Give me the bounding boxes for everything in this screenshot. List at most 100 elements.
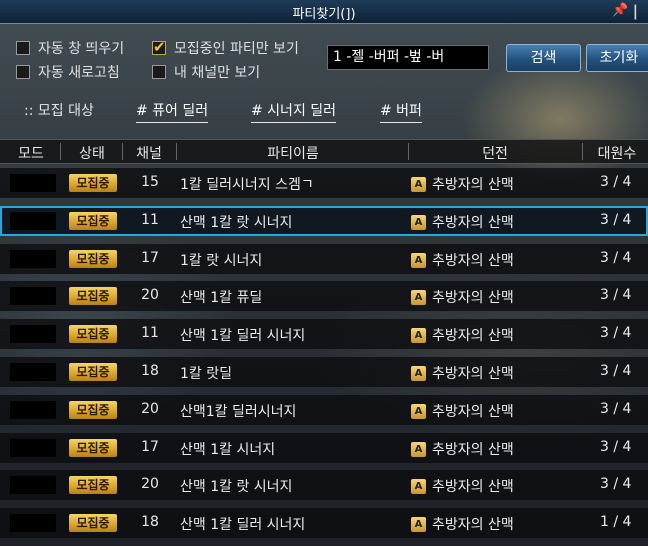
party-name-cell: 산맥1칼 딜러시너지 bbox=[180, 404, 297, 420]
mode-cell bbox=[10, 363, 56, 381]
dungeon-cell: A 추방자의 산맥 bbox=[411, 174, 514, 194]
column-divider bbox=[582, 143, 583, 160]
dungeon-a-icon: A bbox=[411, 403, 426, 419]
party-name-cell: 산맥 1칼 딜러 시너지 bbox=[180, 328, 306, 344]
status-badge: 모집중 bbox=[69, 174, 117, 192]
status-badge: 모집중 bbox=[69, 287, 117, 305]
dungeon-a-icon: A bbox=[411, 478, 426, 494]
close-icon[interactable]: ǀ bbox=[633, 1, 638, 20]
search-button[interactable]: 검색 bbox=[506, 44, 581, 72]
members-cell: 3 / 4 bbox=[600, 174, 632, 190]
channel-cell: 18 bbox=[141, 363, 159, 379]
channel-cell: 20 bbox=[141, 476, 159, 492]
my-channel-only-checkbox[interactable] bbox=[152, 65, 166, 79]
channel-cell: 17 bbox=[141, 250, 159, 266]
mode-cell bbox=[10, 514, 56, 532]
status-badge: 모집중 bbox=[69, 401, 117, 419]
status-badge: 모집중 bbox=[69, 476, 117, 494]
recruit-target-label: :: 모집 대상 bbox=[24, 103, 94, 119]
dungeon-cell: A 추방자의 산맥 bbox=[411, 439, 514, 459]
tag-synergy-dealer[interactable]: # 시너지 딜러 bbox=[251, 100, 337, 123]
dungeon-cell: A 추방자의 산맥 bbox=[411, 250, 514, 270]
my-channel-only-option[interactable]: 내 채널만 보기 bbox=[152, 62, 260, 82]
recruiting-only-checkbox[interactable] bbox=[152, 38, 166, 56]
party-name-cell: 1칼 딜러시너지 스겜ㄱ bbox=[180, 177, 314, 193]
status-badge: 모집중 bbox=[69, 250, 117, 268]
table-row[interactable]: 모집중 17 1칼 랏 시너지 A 추방자의 산맥 3 / 4 bbox=[0, 244, 648, 274]
dungeon-name: 추방자의 산맥 bbox=[432, 404, 514, 420]
dungeon-a-icon: A bbox=[411, 252, 426, 268]
party-name-cell: 1칼 랏 시너지 bbox=[180, 253, 263, 269]
members-cell: 3 / 4 bbox=[600, 250, 632, 266]
table-row[interactable]: 모집중 17 산맥 1칼 시너지 A 추방자의 산맥 3 / 4 bbox=[0, 433, 648, 463]
channel-cell: 20 bbox=[141, 401, 159, 417]
members-cell: 3 / 4 bbox=[600, 287, 632, 303]
table-row[interactable]: 모집중 11 산맥 1칼 딜러 시너지 A 추방자의 산맥 3 / 4 bbox=[0, 319, 648, 349]
channel-cell: 15 bbox=[141, 174, 159, 190]
table-row[interactable]: 모집중 18 산맥 1칼 딜러 시너지 A 추방자의 산맥 1 / 4 bbox=[0, 508, 648, 538]
party-name-cell: 산맥 1칼 랏 시너지 bbox=[180, 215, 293, 231]
recruiting-only-option[interactable]: 모집중인 파티만 보기 bbox=[152, 38, 299, 58]
search-input[interactable]: 1 -젤 -버퍼 -벞 -버 bbox=[327, 45, 489, 70]
members-cell: 3 / 4 bbox=[600, 363, 632, 379]
members-cell: 1 / 4 bbox=[600, 514, 632, 530]
members-cell: 3 / 4 bbox=[600, 476, 632, 492]
column-mode[interactable]: 모드 bbox=[6, 143, 56, 163]
mode-cell bbox=[10, 212, 56, 230]
table-row[interactable]: 모집중 11 산맥 1칼 랏 시너지 A 추방자의 산맥 3 / 4 bbox=[0, 206, 648, 236]
mode-cell bbox=[10, 250, 56, 268]
members-cell: 3 / 4 bbox=[600, 212, 632, 228]
dungeon-cell: A 추방자의 산맥 bbox=[411, 212, 514, 232]
auto-popup-label: 자동 창 띄우기 bbox=[38, 41, 125, 57]
table-row[interactable]: 모집중 18 1칼 랏딜 A 추방자의 산맥 3 / 4 bbox=[0, 357, 648, 387]
dungeon-name: 추방자의 산맥 bbox=[432, 328, 514, 344]
dungeon-a-icon: A bbox=[411, 516, 426, 532]
auto-popup-checkbox[interactable] bbox=[16, 41, 30, 55]
table-header: 모드 상태 채널 파티이름 던전 대원수 bbox=[0, 139, 648, 164]
channel-cell: 11 bbox=[141, 212, 159, 228]
dungeon-cell: A 추방자의 산맥 bbox=[411, 514, 514, 534]
dungeon-a-icon: A bbox=[411, 327, 426, 343]
mode-cell bbox=[10, 287, 56, 305]
table-row[interactable]: 모집중 20 산맥 1칼 랏 시너지 A 추방자의 산맥 3 / 4 bbox=[0, 470, 648, 500]
tag-buffer[interactable]: # 버퍼 bbox=[380, 100, 422, 123]
party-name-cell: 산맥 1칼 랏 시너지 bbox=[180, 479, 293, 495]
party-name-cell: 산맥 1칼 시너지 bbox=[180, 442, 276, 458]
column-channel[interactable]: 채널 bbox=[124, 143, 174, 163]
column-dungeon[interactable]: 던전 bbox=[410, 143, 580, 163]
table-row[interactable]: 모집중 20 산맥1칼 딜러시너지 A 추방자의 산맥 3 / 4 bbox=[0, 395, 648, 425]
my-channel-only-label: 내 채널만 보기 bbox=[174, 65, 261, 81]
members-cell: 3 / 4 bbox=[600, 401, 632, 417]
table-row[interactable]: 모집중 20 산맥 1칼 퓨딜 A 추방자의 산맥 3 / 4 bbox=[0, 281, 648, 311]
column-party-name[interactable]: 파티이름 bbox=[180, 143, 406, 163]
mode-cell bbox=[10, 325, 56, 343]
column-divider bbox=[60, 143, 61, 160]
window-titlebar[interactable]: 파티찾기(]) 📌 ǀ bbox=[0, 0, 648, 24]
dungeon-a-icon: A bbox=[411, 365, 426, 381]
mode-cell bbox=[10, 174, 56, 192]
party-name-cell: 산맥 1칼 딜러 시너지 bbox=[180, 517, 306, 533]
dungeon-cell: A 추방자의 산맥 bbox=[411, 325, 514, 345]
mode-cell bbox=[10, 401, 56, 419]
auto-refresh-label: 자동 새로고침 bbox=[38, 65, 120, 81]
reset-button[interactable]: 초기화 bbox=[586, 44, 648, 72]
status-badge: 모집중 bbox=[69, 439, 117, 457]
tag-pure-dealer[interactable]: # 퓨어 딜러 bbox=[136, 100, 209, 123]
window-title: 파티찾기(]) bbox=[292, 7, 356, 22]
dungeon-cell: A 추방자의 산맥 bbox=[411, 287, 514, 307]
table-row[interactable]: 모집중 15 1칼 딜러시너지 스겜ㄱ A 추방자의 산맥 3 / 4 bbox=[0, 168, 648, 198]
column-status[interactable]: 상태 bbox=[64, 143, 120, 163]
channel-cell: 17 bbox=[141, 439, 159, 455]
status-badge: 모집중 bbox=[69, 363, 117, 381]
members-cell: 3 / 4 bbox=[600, 439, 632, 455]
auto-popup-option[interactable]: 자동 창 띄우기 bbox=[16, 38, 124, 58]
pin-icon[interactable]: 📌 bbox=[612, 3, 628, 18]
auto-refresh-checkbox[interactable] bbox=[16, 65, 30, 79]
dungeon-cell: A 추방자의 산맥 bbox=[411, 363, 514, 383]
mode-cell bbox=[10, 476, 56, 494]
status-badge: 모집중 bbox=[69, 514, 117, 532]
column-members[interactable]: 대원수 bbox=[586, 143, 648, 163]
dungeon-cell: A 추방자의 산맥 bbox=[411, 401, 514, 421]
party-name-cell: 1칼 랏딜 bbox=[180, 366, 232, 382]
auto-refresh-option[interactable]: 자동 새로고침 bbox=[16, 62, 120, 82]
